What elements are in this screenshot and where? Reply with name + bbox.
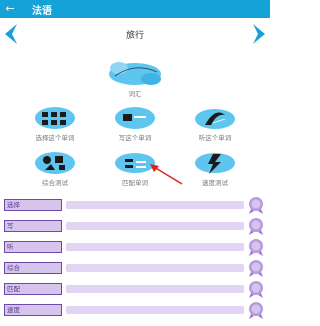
medal-icon <box>249 197 263 214</box>
progress-bar <box>66 222 244 230</box>
app-bar: ← 法语 <box>0 0 270 18</box>
progress-row-mixed: 综合 <box>4 258 266 278</box>
progress-label: 听 <box>4 241 62 253</box>
vocabulary-logo-icon <box>109 62 161 85</box>
progress-bar <box>66 243 244 251</box>
back-arrow-icon[interactable]: ← <box>0 0 20 18</box>
medal-icon <box>249 260 263 277</box>
progress-row-listen: 听 <box>4 237 266 257</box>
progress-row-speed: 速度 <box>4 300 266 320</box>
progress-label: 匹配 <box>4 283 62 295</box>
choose-word-icon <box>35 107 75 129</box>
medal-icon <box>249 239 263 256</box>
progress-bar <box>66 201 244 209</box>
app-title: 法语 <box>32 5 52 17</box>
progress-bar <box>66 285 244 293</box>
vocabulary-tile[interactable]: 词汇 <box>100 58 170 104</box>
annotation-arrow-icon <box>150 164 183 185</box>
speed-test-label: 速度测试 <box>202 179 228 187</box>
progress-panel: 选择 写 听 综合 匹配 速度 <box>0 195 270 326</box>
listen-word-label: 听这个单词 <box>198 134 232 142</box>
lesson-header: 旅行 <box>0 18 270 50</box>
lesson-title: 旅行 <box>125 30 144 41</box>
choose-word-tile[interactable]: 选择这个单词 <box>15 105 95 147</box>
medal-icon <box>249 281 263 298</box>
progress-row-choose: 选择 <box>4 195 266 215</box>
write-word-label: 写这个单词 <box>118 134 152 142</box>
listen-word-icon <box>195 109 235 129</box>
choose-word-label: 选择这个单词 <box>35 134 75 142</box>
progress-bar <box>66 264 244 272</box>
chevron-right-icon[interactable] <box>252 24 266 44</box>
medal-icon <box>249 302 263 319</box>
chevron-left-icon[interactable] <box>4 24 18 44</box>
progress-row-write: 写 <box>4 216 266 236</box>
medal-icon <box>249 218 263 235</box>
write-word-icon <box>115 107 155 129</box>
progress-label: 综合 <box>4 262 62 274</box>
mixed-test-icon <box>35 152 75 174</box>
speed-test-tile[interactable]: 速度测试 <box>175 150 255 192</box>
speed-test-icon <box>195 153 235 174</box>
progress-label: 速度 <box>4 304 62 316</box>
mixed-test-label: 综合测试 <box>42 179 68 187</box>
progress-label: 写 <box>4 220 62 232</box>
progress-bar <box>66 306 244 314</box>
write-word-tile[interactable]: 写这个单词 <box>95 105 175 147</box>
vocabulary-label: 词汇 <box>128 90 142 98</box>
mixed-test-tile[interactable]: 综合测试 <box>15 150 95 192</box>
progress-label: 选择 <box>4 199 62 211</box>
listen-word-tile[interactable]: 听这个单词 <box>175 105 255 147</box>
progress-row-match: 匹配 <box>4 279 266 299</box>
activity-area: 词汇 选择这个单词 写这个单词 听这个单词 综合测试 匹配单词 速度测试 <box>0 50 270 195</box>
